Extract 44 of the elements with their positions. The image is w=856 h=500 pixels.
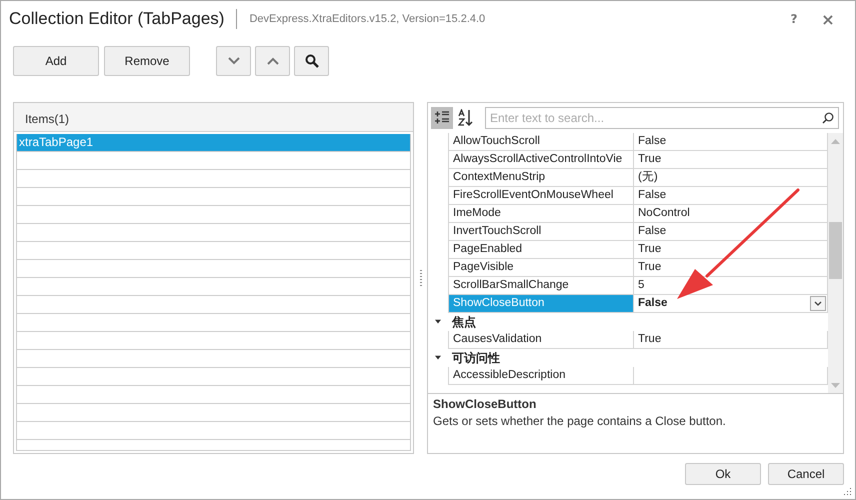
description-title: ShowCloseButton bbox=[433, 397, 538, 411]
sort-alphabetical-icon bbox=[458, 109, 474, 127]
categorized-icon bbox=[434, 111, 450, 125]
property-value: NoControl bbox=[638, 206, 691, 221]
chevron-down-icon bbox=[814, 301, 822, 306]
property-value: False bbox=[638, 134, 668, 149]
property-value: False bbox=[638, 296, 668, 311]
triangle-down-icon bbox=[434, 355, 442, 361]
search-icon bbox=[822, 112, 834, 124]
search-field[interactable]: Enter text to search... bbox=[485, 107, 839, 129]
search-button[interactable] bbox=[294, 46, 329, 76]
chevron-up-icon bbox=[266, 57, 278, 65]
close-button[interactable]: × bbox=[811, 5, 845, 33]
remove-button[interactable]: Remove bbox=[104, 46, 190, 76]
property-value: False bbox=[638, 188, 668, 203]
list-header: Items(1) bbox=[14, 103, 413, 132]
property-value: True bbox=[638, 152, 662, 167]
scroll-up-icon bbox=[831, 138, 840, 144]
property-value: 5 bbox=[638, 278, 646, 293]
chevron-down-icon bbox=[228, 57, 240, 65]
property-value: True bbox=[638, 260, 662, 275]
scroll-thumb[interactable] bbox=[829, 222, 842, 279]
add-button[interactable]: Add bbox=[13, 46, 99, 76]
triangle-down-icon bbox=[434, 319, 442, 325]
category-label: 可访问性 bbox=[451, 350, 500, 366]
categorized-button[interactable] bbox=[431, 107, 453, 129]
resize-grip-icon[interactable] bbox=[843, 487, 852, 496]
window-title: Collection Editor (TabPages) bbox=[9, 9, 238, 29]
description-text: Gets or sets whether the page contains a Close button. bbox=[433, 414, 727, 428]
property-value: False bbox=[638, 224, 668, 239]
property-value: True bbox=[638, 242, 662, 257]
move-down-button[interactable] bbox=[216, 46, 251, 76]
help-button[interactable]: ? bbox=[777, 5, 811, 33]
search-icon bbox=[304, 54, 318, 68]
property-value: (无) bbox=[638, 170, 659, 185]
property-value: True bbox=[638, 332, 662, 347]
move-up-button[interactable] bbox=[255, 46, 290, 76]
dropdown-button[interactable] bbox=[810, 296, 826, 311]
ok-button[interactable]: Ok bbox=[685, 463, 761, 485]
category-label: 焦点 bbox=[450, 314, 476, 330]
scroll-down-icon bbox=[831, 382, 840, 388]
scrollbar[interactable] bbox=[828, 133, 843, 393]
window-subtitle: DevExpress.XtraEditors.v15.2, Version=15.2.4.0 bbox=[248, 13, 486, 25]
cancel-button[interactable]: Cancel bbox=[768, 463, 844, 485]
